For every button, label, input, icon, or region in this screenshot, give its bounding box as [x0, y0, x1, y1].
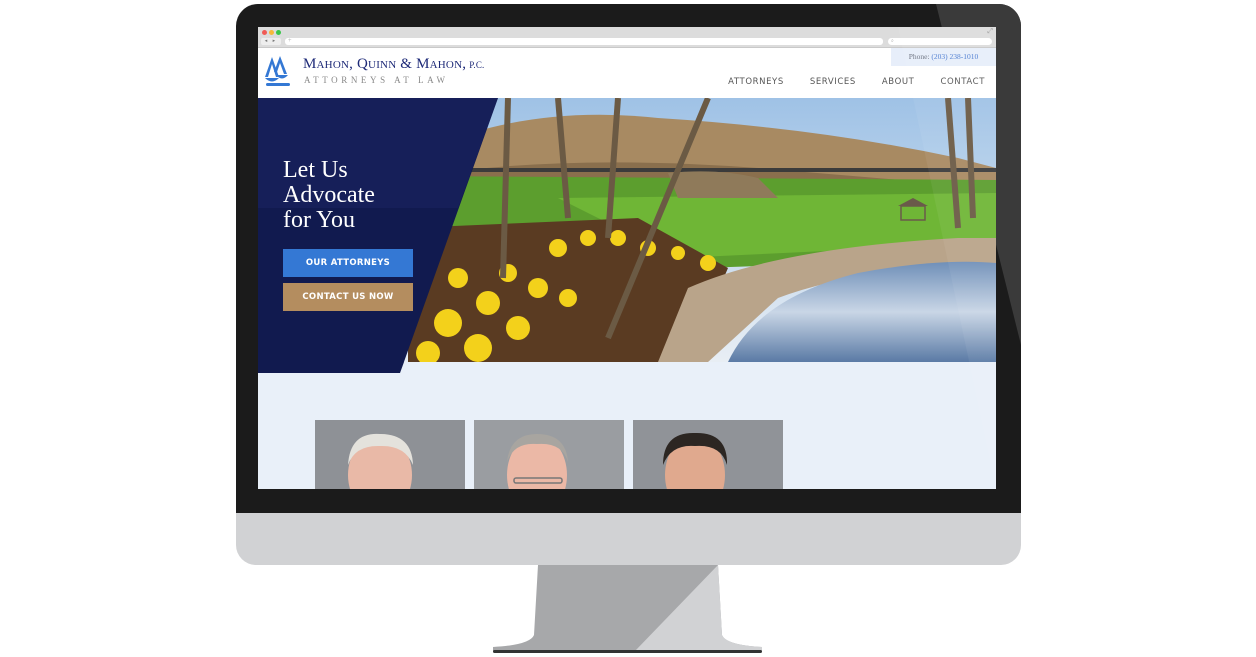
address-bar[interactable]: + — [285, 38, 883, 45]
attorney-card[interactable] — [474, 420, 624, 489]
nav-item-attorneys[interactable]: ATTORNEYS — [728, 77, 784, 87]
our-attorneys-button[interactable]: OUR ATTORNEYS — [283, 249, 413, 277]
browser-chrome: ◂ ▸ + ⌕ ⤢ — [258, 27, 996, 48]
maximize-window-button[interactable] — [276, 30, 281, 35]
attorney-card[interactable] — [315, 420, 465, 489]
site-header: Mahon, Quinn & Mahon, P.C. Attorneys At L… — [258, 48, 996, 98]
hero-heading-line-1: Let Us — [283, 157, 348, 183]
attorney-card[interactable] — [633, 420, 783, 489]
monitor-screen: ◂ ▸ + ⌕ ⤢ Mahon, Quinn & Mahon, P.C. Atto… — [258, 27, 996, 489]
nav-item-services[interactable]: SERVICES — [810, 77, 856, 87]
back-forward-buttons[interactable]: ◂ ▸ — [261, 38, 281, 45]
phone-number-link[interactable]: (203) 238-1010 — [931, 52, 978, 61]
attorney-cards — [315, 420, 783, 489]
firm-tagline: Attorneys At Law — [304, 75, 449, 85]
firm-suffix: P.C. — [469, 60, 485, 70]
phone-box: Phone: (203) 238-1010 — [891, 48, 996, 66]
hero-heading: Let Us Advocate for You — [283, 158, 443, 233]
contact-us-now-button[interactable]: CONTACT US NOW — [283, 283, 413, 311]
firm-name-text: Mahon, Quinn & Mahon — [303, 56, 463, 72]
nav-item-contact[interactable]: CONTACT — [940, 77, 985, 87]
nav-item-about[interactable]: ABOUT — [882, 77, 915, 87]
attorney-portrait-3 — [633, 420, 783, 489]
monitor-chin — [236, 513, 1021, 565]
hero-panel-tail — [258, 362, 404, 373]
minimize-window-button[interactable] — [269, 30, 274, 35]
monitor-stand — [490, 565, 765, 653]
close-window-button[interactable] — [262, 30, 267, 35]
attorney-portrait-2 — [474, 420, 624, 489]
hero-heading-line-3: for You — [283, 207, 356, 233]
phone-label: Phone: — [908, 52, 930, 61]
attorney-portrait-1 — [315, 420, 465, 489]
hero-heading-line-2: Advocate — [283, 182, 375, 208]
firm-name[interactable]: Mahon, Quinn & Mahon, P.C. — [303, 56, 485, 73]
main-nav: ATTORNEYS SERVICES ABOUT CONTACT — [702, 77, 985, 87]
hero-section: Let Us Advocate for You OUR ATTORNEYS CO… — [258, 98, 996, 362]
search-icon: ⌕ — [891, 38, 894, 44]
scales-of-justice-logo-icon[interactable] — [264, 55, 294, 87]
resize-icon[interactable]: ⤢ — [987, 28, 993, 36]
browser-search-input[interactable]: ⌕ — [888, 38, 992, 45]
